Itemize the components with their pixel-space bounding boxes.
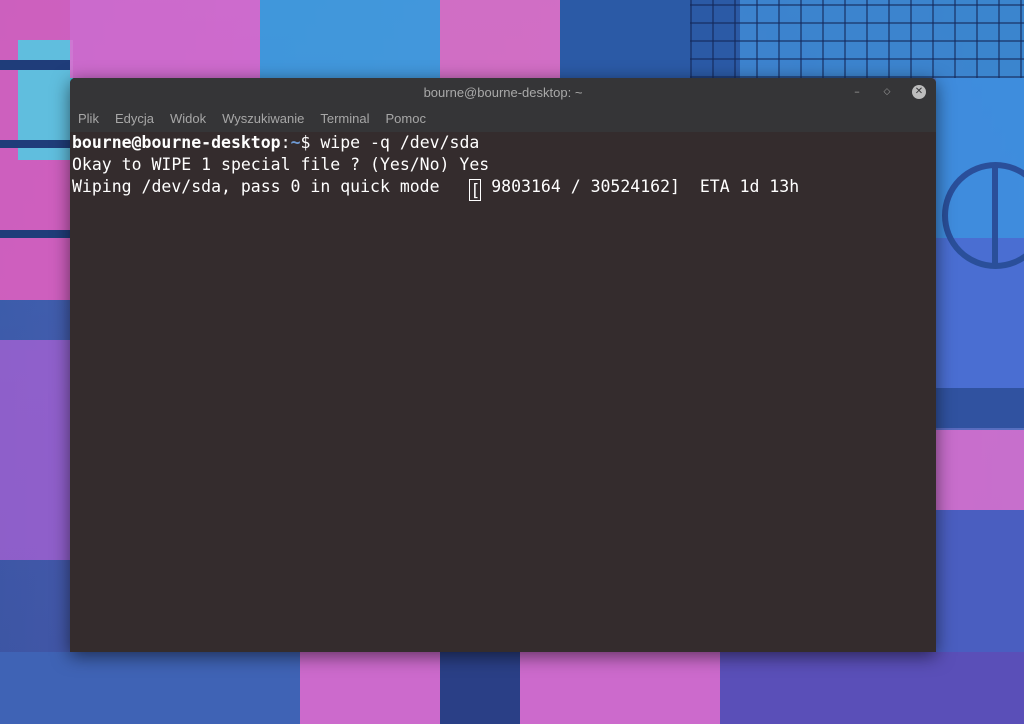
terminal-window[interactable]: bourne@bourne-desktop: ~ – ◇ ✕ Plik Edyc… (70, 78, 936, 652)
terminal-line-progress: Wiping /dev/sda, pass 0 in quick mode [ … (72, 176, 800, 201)
command-text: wipe -q /dev/sda (320, 133, 480, 152)
menu-item-edycja[interactable]: Edycja (107, 106, 162, 132)
close-icon[interactable]: ✕ (912, 85, 926, 99)
prompt-separator: : (280, 133, 291, 152)
terminal-line-command: bourne@bourne-desktop:~$ wipe -q /dev/sd… (72, 132, 479, 154)
progress-prefix: Wiping /dev/sda, pass 0 in quick mode (72, 177, 470, 196)
maximize-icon[interactable]: ◇ (880, 85, 894, 99)
progress-counter: 9803164 / 30524162] ETA 1d 13h (481, 177, 800, 196)
terminal-output[interactable]: bourne@bourne-desktop:~$ wipe -q /dev/sd… (70, 132, 936, 652)
prompt-symbol: $ (300, 133, 321, 152)
menu-item-plik[interactable]: Plik (70, 106, 107, 132)
menu-item-wyszukiwanie[interactable]: Wyszukiwanie (214, 106, 312, 132)
prompt-path: ~ (290, 133, 301, 152)
menu-item-widok[interactable]: Widok (162, 106, 214, 132)
window-titlebar[interactable]: bourne@bourne-desktop: ~ – ◇ ✕ (70, 78, 936, 106)
minimize-icon[interactable]: – (850, 85, 864, 99)
text-cursor: [ (469, 179, 482, 201)
menu-item-pomoc[interactable]: Pomoc (377, 106, 433, 132)
menu-item-terminal[interactable]: Terminal (312, 106, 377, 132)
terminal-line-confirm: Okay to WIPE 1 special file ? (Yes/No) Y… (72, 155, 490, 174)
prompt-user-host: bourne@bourne-desktop (72, 133, 281, 152)
menu-bar: Plik Edycja Widok Wyszukiwanie Terminal … (70, 106, 936, 132)
window-title: bourne@bourne-desktop: ~ (423, 84, 583, 100)
